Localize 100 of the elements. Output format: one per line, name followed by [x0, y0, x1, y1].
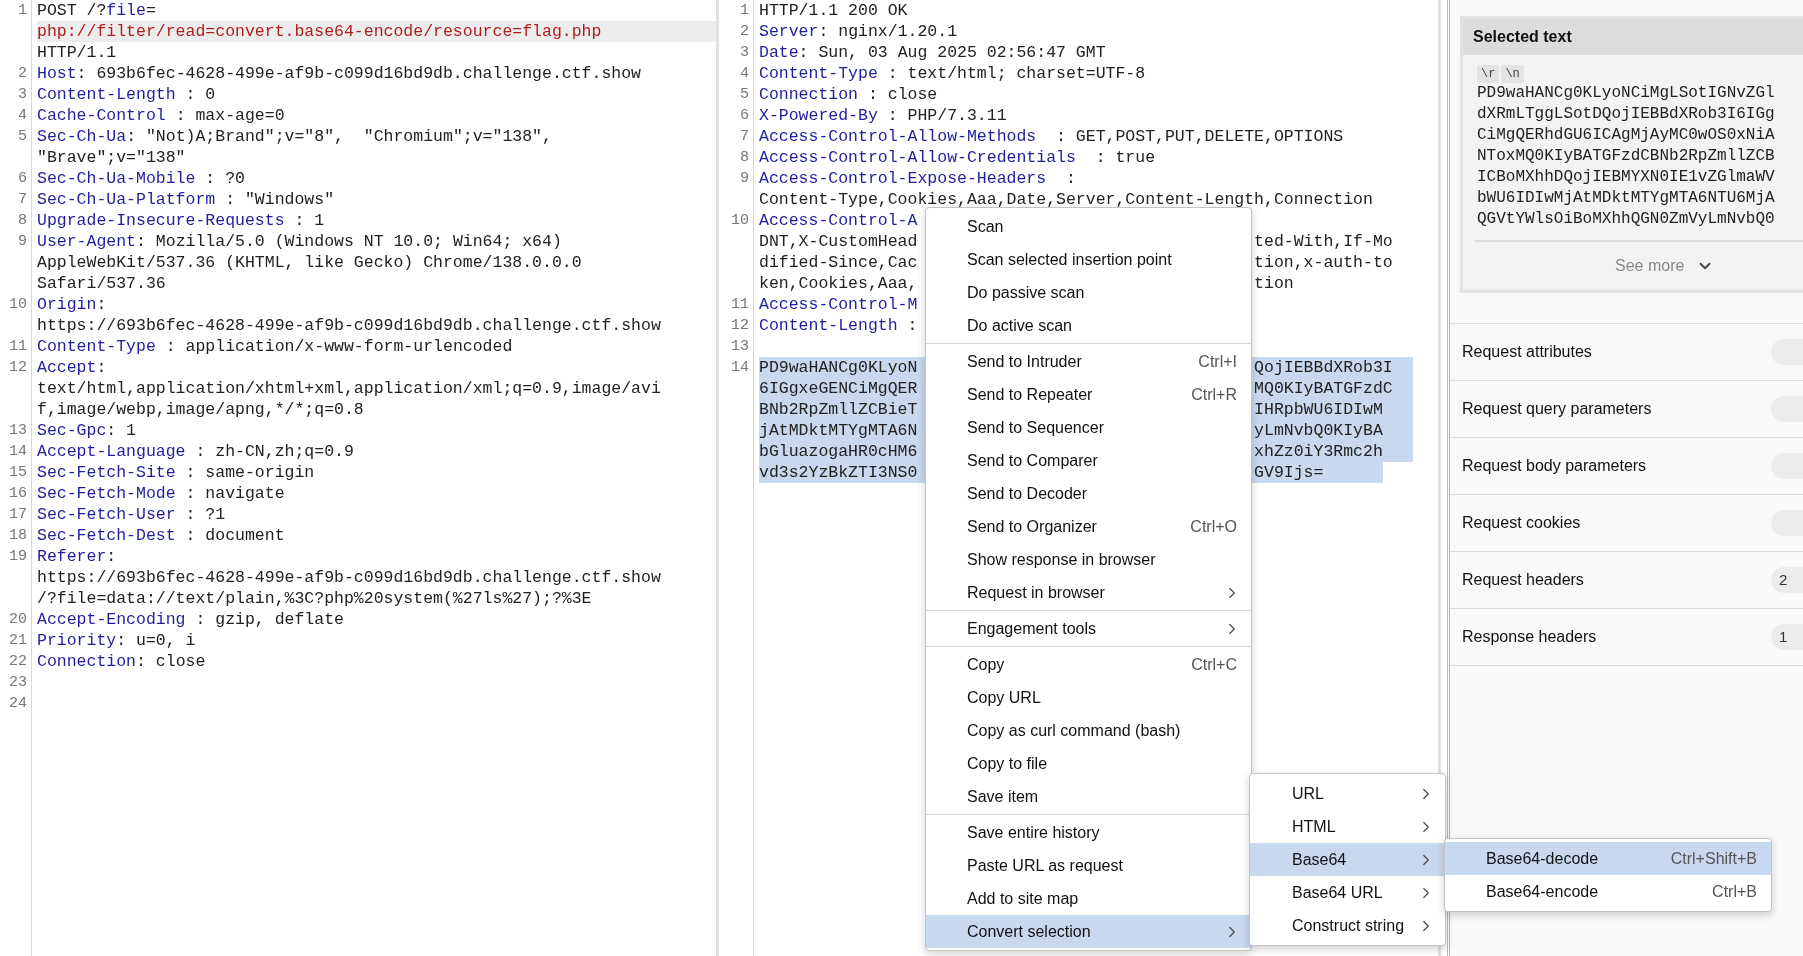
menu-item[interactable]: Scan — [926, 210, 1251, 243]
inspector-section[interactable]: Request cookies — [1450, 495, 1803, 552]
menu-item[interactable]: Paste URL as request — [926, 849, 1251, 882]
line-number: 19 — [8, 547, 27, 567]
menu-item[interactable]: Send to Intruder Ctrl+I — [926, 345, 1251, 378]
code-text: dified-Since,Cac — [759, 253, 918, 272]
header-name: User-Agent — [37, 232, 137, 251]
header-name: Origin — [37, 295, 97, 314]
menu-item[interactable]: Send to Organizer Ctrl+O — [926, 510, 1251, 543]
whitespace-badge: \n — [1501, 65, 1524, 83]
code-text: : document — [184, 526, 285, 545]
header-name: Sec-Fetch-Mode — [37, 484, 176, 503]
menu-item[interactable]: Copy as curl command (bash) — [926, 714, 1251, 747]
code-text: : 0 — [184, 85, 216, 104]
menu-item[interactable]: URL — [1250, 777, 1445, 810]
code-text: : Mozilla/5.0 (Windows NT 10.0; Win64; x64) — [136, 232, 562, 251]
menu-item[interactable]: Send to Decoder — [926, 477, 1251, 510]
line-number: 21 — [8, 631, 27, 651]
line-number: 10 — [8, 295, 27, 315]
code-text: : — [1064, 169, 1076, 188]
header-name: Content-Type — [37, 337, 156, 356]
menu-item[interactable]: Base64-decode Ctrl+Shift+B — [1445, 842, 1771, 875]
line-number: 4 — [17, 106, 27, 126]
menu-item[interactable]: Copy to file — [926, 747, 1251, 780]
line-number: 11 — [730, 295, 749, 315]
code-text: yLmNvbQ0KIyBA — [1254, 421, 1383, 440]
code-text: : Sun, 03 Aug 2025 02:56:47 GMT — [798, 43, 1106, 62]
code-text: : nginx/1.20.1 — [818, 22, 958, 41]
menu-item[interactable]: Construct string — [1250, 909, 1445, 942]
code-text: https://693b6fec-4628-499e-af9b-c099d16bd9db.challenge.ctf.show — [37, 568, 661, 587]
code-text: PD9waHANCg0KLyoN — [759, 358, 918, 377]
menu-item[interactable]: Copy Ctrl+C — [926, 648, 1251, 681]
code-text: = — [145, 1, 156, 20]
inspector-section[interactable]: Request body parameters — [1450, 438, 1803, 495]
line-number: 5 — [17, 127, 27, 147]
code-text: "Brave";v="138" — [37, 148, 186, 167]
code-text: : 1 — [293, 211, 325, 230]
line-number: 10 — [730, 211, 749, 231]
code-text: ken,Cookies,Aaa, — [759, 274, 918, 293]
menu-item[interactable]: Request in browser — [926, 576, 1251, 609]
code-text: HTTP/1.1 — [37, 43, 117, 62]
inspector-section[interactable]: Request headers 2 — [1450, 552, 1803, 609]
inspector-section[interactable]: Request attributes — [1450, 324, 1803, 381]
inspector-section[interactable]: Request query parameters — [1450, 381, 1803, 438]
menu-item[interactable]: Scan selected insertion point — [926, 243, 1251, 276]
menu-item[interactable]: Do active scan — [926, 309, 1251, 342]
code-text: POST /? — [37, 1, 107, 20]
header-name: Connection — [37, 652, 137, 671]
code-text: https://693b6fec-4628-499e-af9b-c099d16bd9db.challenge.ctf.show — [37, 316, 661, 335]
line-number: 6 — [17, 169, 27, 189]
menu-item[interactable]: Add to site map — [926, 882, 1251, 915]
code-text: 6IGgxeGENCiMgQER — [759, 379, 918, 398]
menu-item[interactable]: Base64-encode Ctrl+B — [1445, 875, 1771, 908]
header-name: X-Powered-By — [759, 106, 878, 125]
line-number: 14 — [730, 358, 749, 378]
code-text: : PHP/7.3.11 — [886, 106, 1007, 125]
header-name: Date — [759, 43, 799, 62]
header-name: Server — [759, 22, 819, 41]
menu-item[interactable]: Send to Sequencer — [926, 411, 1251, 444]
menu-item[interactable]: Base64 — [1250, 843, 1445, 876]
line-number: 12 — [730, 316, 749, 336]
line-number: 1 — [739, 1, 749, 21]
header-name: Host — [37, 64, 77, 83]
header-name: Access-Control-Expose-Headers — [759, 169, 1047, 188]
code-text: /?file=data://text/plain,%3C?php%20system(%27ls%27);?%3E — [37, 589, 592, 608]
menu-item[interactable]: Base64 URL — [1250, 876, 1445, 909]
header-name: Access-Control-A — [759, 211, 918, 230]
selected-text-line: ICBoMXhhDQojIEBMYXN0IE1vZGlmaWV — [1477, 167, 1775, 188]
code-text: DNT,X-CustomHead — [759, 232, 918, 251]
code-text: : — [906, 316, 918, 335]
code-text: tion — [1254, 274, 1294, 293]
menu-item[interactable]: Convert selection — [926, 915, 1251, 948]
header-name: Access-Control-Allow-Methods — [759, 127, 1037, 146]
menu-item[interactable]: Save entire history — [926, 816, 1251, 849]
menu-item[interactable]: HTML — [1250, 810, 1445, 843]
menu-item[interactable]: Copy URL — [926, 681, 1251, 714]
line-number: 14 — [8, 442, 27, 462]
line-number: 6 — [739, 106, 749, 126]
line-number: 4 — [739, 64, 749, 84]
header-name: Connection — [759, 85, 859, 104]
menu-item[interactable]: Save item — [926, 780, 1251, 813]
line-number: 8 — [17, 211, 27, 231]
code-text: QojIEBBdXRob3I — [1254, 358, 1393, 377]
selected-text-line: QGVtYWlsOiBoMXhhQGN0ZmVyLmNvbQ0 — [1477, 209, 1775, 230]
line-number: 2 — [739, 22, 749, 42]
code-text: : navigate — [184, 484, 285, 503]
inspector-section[interactable]: Response headers 1 — [1450, 609, 1803, 666]
menu-item[interactable]: Send to Comparer — [926, 444, 1251, 477]
menu-item[interactable]: Engagement tools — [926, 612, 1251, 645]
menu-item[interactable]: Show response in browser — [926, 543, 1251, 576]
menu-item[interactable]: Send to Repeater Ctrl+R — [926, 378, 1251, 411]
selected-text-line: bWU6IDIwMjAtMDktMTYgMTA6NTU6MjA — [1477, 188, 1775, 209]
line-number: 23 — [8, 673, 27, 693]
header-name: Sec-Ch-Ua — [37, 127, 127, 146]
line-number: 12 — [8, 358, 27, 378]
code-text: BNb2RpZmllZCBieT — [759, 400, 918, 419]
line-number: 20 — [8, 610, 27, 630]
code-text: f,image/webp,image/apng,*/*;q=0.8 — [37, 400, 364, 419]
selected-text-line: NToxMQ0KIyBATGFzdCBNb2RpZmllZCB — [1477, 146, 1775, 167]
menu-item[interactable]: Do passive scan — [926, 276, 1251, 309]
